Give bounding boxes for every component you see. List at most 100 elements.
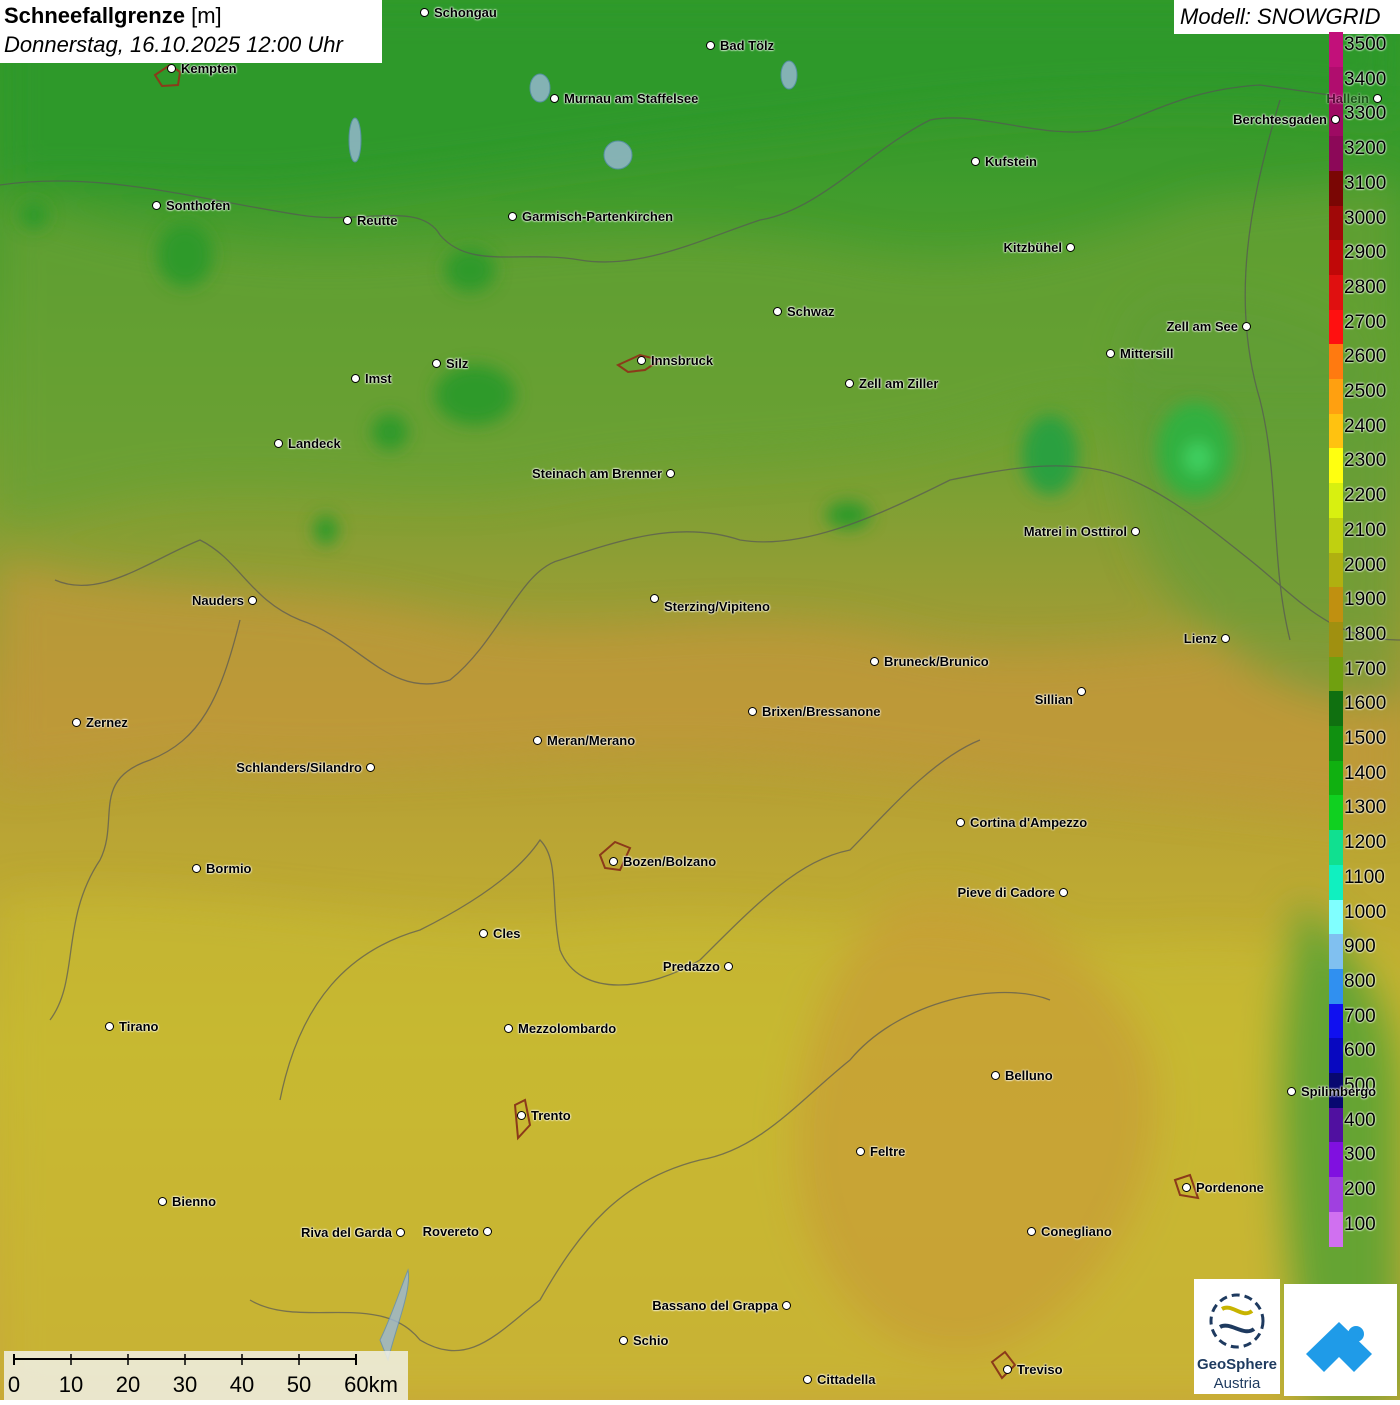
geosphere-logo[interactable]: GeoSphere Austria xyxy=(1194,1279,1280,1394)
city-marker[interactable] xyxy=(274,439,283,448)
city-marker[interactable] xyxy=(533,736,542,745)
city-marker[interactable] xyxy=(158,1197,167,1206)
city-marker[interactable] xyxy=(1331,115,1340,124)
city-marker[interactable] xyxy=(483,1227,492,1236)
city-label[interactable]: Conegliano xyxy=(1041,1224,1112,1239)
city-marker[interactable] xyxy=(1221,634,1230,643)
city-marker[interactable] xyxy=(1077,687,1086,696)
city-marker[interactable] xyxy=(782,1301,791,1310)
city-marker[interactable] xyxy=(637,356,646,365)
city-marker[interactable] xyxy=(1003,1365,1012,1374)
city-marker[interactable] xyxy=(366,763,375,772)
city-marker[interactable] xyxy=(1182,1183,1191,1192)
city-marker[interactable] xyxy=(666,469,675,478)
city-label[interactable]: Cortina d'Ampezzo xyxy=(970,815,1087,830)
city-marker[interactable] xyxy=(724,962,733,971)
city-label[interactable]: Steinach am Brenner xyxy=(532,466,662,481)
city-label[interactable]: Tirano xyxy=(119,1019,159,1034)
app-logo[interactable] xyxy=(1284,1284,1397,1396)
city-label[interactable]: Schwaz xyxy=(787,304,835,319)
city-label[interactable]: Riva del Garda xyxy=(301,1225,392,1240)
city-marker[interactable] xyxy=(748,707,757,716)
city-label[interactable]: Sonthofen xyxy=(166,198,230,213)
city-marker[interactable] xyxy=(650,594,659,603)
city-label[interactable]: Murnau am Staffelsee xyxy=(564,91,698,106)
city-marker[interactable] xyxy=(609,857,618,866)
city-label[interactable]: Rovereto xyxy=(423,1224,479,1239)
city-label[interactable]: Schio xyxy=(633,1333,668,1348)
city-marker[interactable] xyxy=(1066,243,1075,252)
city-label[interactable]: Mittersill xyxy=(1120,346,1173,361)
city-marker[interactable] xyxy=(105,1022,114,1031)
city-label[interactable]: Lienz xyxy=(1184,631,1217,646)
city-label[interactable]: Feltre xyxy=(870,1144,905,1159)
city-marker[interactable] xyxy=(396,1228,405,1237)
city-label[interactable]: Landeck xyxy=(288,436,341,451)
city-label[interactable]: Nauders xyxy=(192,593,244,608)
city-label[interactable]: Garmisch-Partenkirchen xyxy=(522,209,673,224)
city-marker[interactable] xyxy=(1106,349,1115,358)
city-marker[interactable] xyxy=(991,1071,1000,1080)
city-label[interactable]: Matrei in Osttirol xyxy=(1024,524,1127,539)
city-marker[interactable] xyxy=(1287,1087,1296,1096)
city-marker[interactable] xyxy=(773,307,782,316)
city-marker[interactable] xyxy=(152,201,161,210)
city-label[interactable]: Kitzbühel xyxy=(1004,240,1063,255)
city-label[interactable]: Bormio xyxy=(206,861,252,876)
city-marker[interactable] xyxy=(504,1024,513,1033)
city-label[interactable]: Mezzolombardo xyxy=(518,1021,616,1036)
city-marker[interactable] xyxy=(1027,1227,1036,1236)
city-marker[interactable] xyxy=(420,8,429,17)
city-label[interactable]: Treviso xyxy=(1017,1362,1063,1377)
city-label[interactable]: Predazzo xyxy=(663,959,720,974)
city-marker[interactable] xyxy=(550,94,559,103)
city-marker[interactable] xyxy=(971,157,980,166)
city-label[interactable]: Innsbruck xyxy=(651,353,713,368)
city-marker[interactable] xyxy=(72,718,81,727)
city-marker[interactable] xyxy=(167,64,176,73)
city-marker[interactable] xyxy=(517,1111,526,1120)
city-label[interactable]: Brixen/Bressanone xyxy=(762,704,881,719)
city-marker[interactable] xyxy=(1242,322,1251,331)
city-label[interactable]: Pieve di Cadore xyxy=(957,885,1055,900)
city-marker[interactable] xyxy=(803,1375,812,1384)
city-marker[interactable] xyxy=(856,1147,865,1156)
city-label[interactable]: Berchtesgaden xyxy=(1233,112,1327,127)
city-label[interactable]: Bozen/Bolzano xyxy=(623,854,716,869)
city-label[interactable]: Schlanders/Silandro xyxy=(236,760,362,775)
city-marker[interactable] xyxy=(956,818,965,827)
city-label[interactable]: Hallein xyxy=(1326,91,1369,106)
city-marker[interactable] xyxy=(706,41,715,50)
city-label[interactable]: Imst xyxy=(365,371,392,386)
city-label[interactable]: Bruneck/Brunico xyxy=(884,654,989,669)
city-marker[interactable] xyxy=(192,864,201,873)
city-marker[interactable] xyxy=(1059,888,1068,897)
city-marker[interactable] xyxy=(1373,94,1382,103)
city-marker[interactable] xyxy=(351,374,360,383)
city-marker[interactable] xyxy=(619,1336,628,1345)
city-label[interactable]: Silz xyxy=(446,356,468,371)
city-label[interactable]: Cittadella xyxy=(817,1372,876,1387)
city-marker[interactable] xyxy=(870,657,879,666)
city-marker[interactable] xyxy=(1131,527,1140,536)
city-label[interactable]: Sillian xyxy=(1035,692,1073,707)
city-label[interactable]: Bienno xyxy=(172,1194,216,1209)
city-label[interactable]: Meran/Merano xyxy=(547,733,635,748)
city-marker[interactable] xyxy=(248,596,257,605)
city-label[interactable]: Belluno xyxy=(1005,1068,1053,1083)
city-label[interactable]: Spilimbergo xyxy=(1301,1084,1376,1099)
city-label[interactable]: Cles xyxy=(493,926,520,941)
city-label[interactable]: Trento xyxy=(531,1108,571,1123)
city-label[interactable]: Pordenone xyxy=(1196,1180,1264,1195)
city-marker[interactable] xyxy=(845,379,854,388)
city-label[interactable]: Zernez xyxy=(86,715,128,730)
city-label[interactable]: Kempten xyxy=(181,61,237,76)
city-label[interactable]: Schongau xyxy=(434,5,497,20)
city-marker[interactable] xyxy=(508,212,517,221)
city-label[interactable]: Kufstein xyxy=(985,154,1037,169)
city-label[interactable]: Bassano del Grappa xyxy=(652,1298,778,1313)
city-label[interactable]: Reutte xyxy=(357,213,397,228)
city-label[interactable]: Zell am Ziller xyxy=(859,376,938,391)
city-label[interactable]: Zell am See xyxy=(1166,319,1238,334)
city-label[interactable]: Bad Tölz xyxy=(720,38,774,53)
